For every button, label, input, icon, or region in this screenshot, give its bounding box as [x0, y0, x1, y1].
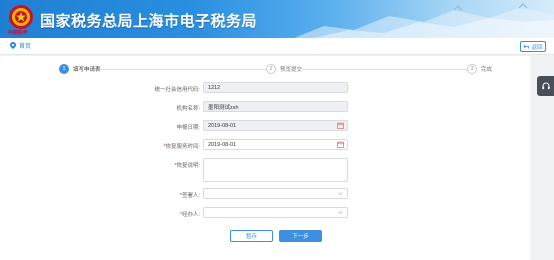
help-tab[interactable] [537, 76, 554, 96]
return-arrow-icon [523, 44, 530, 49]
back-button[interactable]: 返回 [520, 41, 546, 52]
recovery-date-label-text: 恢复服务时间: [165, 144, 200, 150]
recovery-date-label: *恢复服务时间: [163, 142, 200, 150]
step-label: 预览提交 [280, 67, 303, 73]
registrant-label: *签署人: [180, 191, 200, 199]
chevron-down-icon [338, 211, 343, 214]
credit-code-label: 统一社会信用代码: [154, 87, 200, 93]
recovery-date-value: 2019-08-01 [208, 141, 237, 148]
site-header: 中国税务 国家税务总局上海市电子税务局 [0, 0, 554, 38]
recovery-note-label: *恢复说明: [174, 161, 200, 169]
great-wall-illustration [294, 3, 554, 38]
apply-date-field[interactable]: 2019-08-01 [203, 120, 348, 131]
credit-code-field[interactable]: 1212 [203, 82, 348, 93]
chevron-down-icon [338, 192, 343, 195]
step-label: 完成 [481, 67, 493, 73]
location-pin-icon [10, 42, 16, 49]
handler-label: *经办人: [180, 210, 200, 218]
calendar-icon[interactable] [337, 141, 344, 148]
step-complete: 3 完成 [467, 64, 493, 74]
back-label: 返回 [531, 44, 543, 51]
handler-select[interactable] [203, 207, 348, 218]
step-number: 1 [59, 64, 69, 74]
org-name-label: 机构名称: [176, 106, 200, 112]
emblem-caption: 中国税务 [7, 30, 28, 36]
breadcrumb-bar: 首页 返回 [0, 38, 554, 55]
apply-date-value: 2019-08-01 [208, 122, 237, 129]
headset-icon [541, 82, 550, 90]
credit-code-value: 1212 [208, 84, 221, 91]
step-preview-submit: 2 预览提交 [266, 64, 303, 74]
site-title: 国家税务总局上海市电子税务局 [40, 13, 258, 30]
org-name-value: 墨阳测试zsh [208, 104, 239, 111]
recovery-date-field[interactable]: 2019-08-01 [203, 139, 348, 150]
home-label: 首页 [19, 44, 32, 50]
step-label: 填写申请表 [73, 67, 101, 73]
apply-date-label: 申报日期: [176, 125, 200, 131]
tax-emblem-icon [9, 5, 33, 29]
recovery-note-label-text: 恢复说明: [176, 163, 200, 169]
recovery-note-textarea[interactable] [203, 158, 348, 182]
step-fill-form: 1 填写申请表 [59, 64, 101, 74]
home-link[interactable]: 首页 [10, 41, 31, 50]
step-number: 3 [467, 64, 477, 74]
registrant-select[interactable] [203, 188, 348, 199]
org-name-field[interactable]: 墨阳测试zsh [203, 101, 348, 112]
next-step-button[interactable]: 下一步 [279, 230, 322, 242]
step-number: 2 [266, 64, 276, 74]
handler-label-text: 经办人: [181, 212, 200, 218]
save-draft-button[interactable]: 暂存 [230, 230, 273, 242]
registrant-label-text: 签署人: [181, 193, 200, 199]
calendar-icon[interactable] [337, 122, 344, 129]
